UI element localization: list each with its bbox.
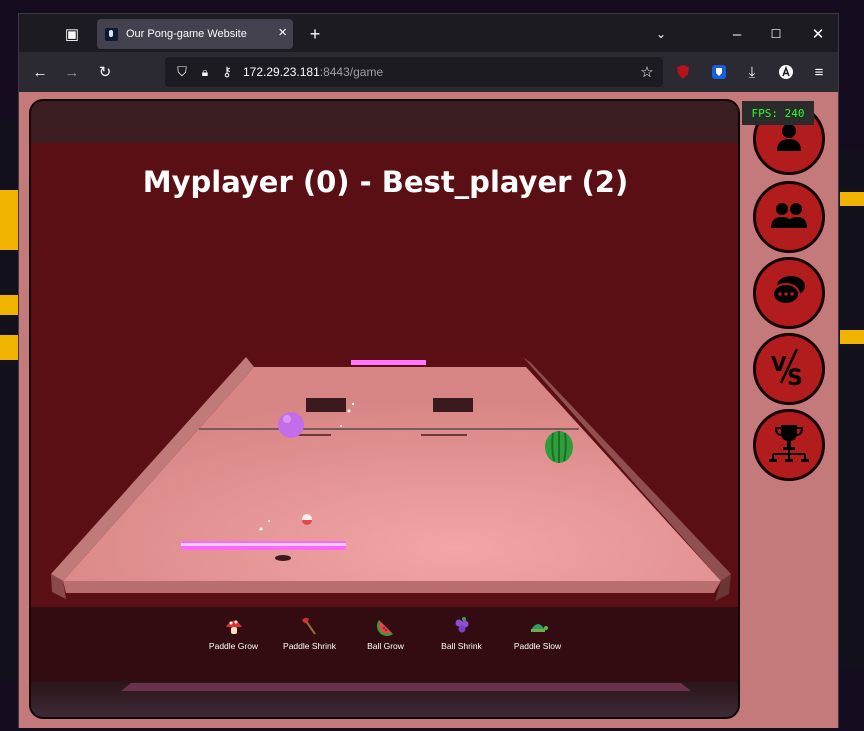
tournament-button[interactable] (753, 409, 825, 481)
obstacle-left (306, 398, 346, 412)
powerup-paddle-shrink: Paddle Shrink (279, 606, 341, 678)
grapes-icon (431, 614, 493, 638)
page-content: Myplayer (0) - Best_player (2) Paddle Gr… (19, 92, 838, 728)
back-icon[interactable]: ← (28, 60, 52, 84)
minimize-icon[interactable]: – (725, 22, 749, 46)
powerup-label: Paddle Slow (513, 641, 562, 651)
tab-bar: ▣ Our Pong-game Website × + ⌄ – ☐ ✕ (19, 14, 838, 52)
powerup-label: Paddle Grow (208, 641, 259, 651)
key-icon[interactable]: ⚷ (215, 60, 239, 84)
svg-text:V: V (771, 352, 787, 376)
browser-window: ▣ Our Pong-game Website × + ⌄ – ☐ ✕ ← → … (18, 13, 839, 728)
watermelon-icon (355, 614, 417, 638)
svg-text:S: S (787, 366, 803, 389)
tab-overview-icon[interactable]: ▣ (60, 22, 84, 46)
powerup-ball-shrink: Ball Shrink (431, 606, 493, 678)
opponent-paddle (351, 360, 426, 365)
forward-icon[interactable]: → (60, 60, 84, 84)
tab-active[interactable]: Our Pong-game Website × (97, 19, 293, 49)
score-display: Myplayer (0) - Best_player (2) (142, 165, 629, 199)
ball-shrink-powerup (278, 412, 304, 438)
obstacle-right (433, 398, 473, 412)
axe-icon (279, 614, 341, 638)
powerup-label: Ball Shrink (441, 641, 482, 651)
versus-icon: VS (767, 345, 811, 394)
nav-toolbar: ← → ↻ ⛉ 🔒︎ ⚷ 172.29.23.181:8443/game ☆ ⤓… (19, 52, 838, 92)
sidebar: FPS: 240 VS (742, 99, 830, 719)
window-close-icon[interactable]: ✕ (806, 22, 830, 46)
friends-button[interactable] (753, 181, 825, 253)
turtle-icon (507, 614, 569, 638)
tournament-icon (767, 421, 811, 470)
powerup-ball-grow: Ball Grow (355, 606, 417, 678)
powerup-label: Paddle Shrink (283, 641, 336, 651)
friends-icon (769, 198, 809, 237)
shield-icon[interactable]: ⛉ (170, 60, 194, 84)
account-icon[interactable] (774, 60, 798, 84)
star-icon[interactable]: ☆ (635, 60, 659, 84)
download-icon[interactable]: ⤓ (740, 60, 764, 84)
profile-icon (772, 120, 806, 159)
maximize-icon[interactable]: ☐ (764, 22, 788, 46)
site-favicon-icon (105, 27, 118, 41)
powerup-label: Ball Grow (367, 641, 404, 651)
plus-icon[interactable]: + (303, 22, 327, 46)
url-text[interactable]: 172.29.23.181:8443/game (243, 65, 383, 79)
fps-counter: FPS: 240 (742, 101, 814, 125)
bitwarden-icon[interactable] (707, 60, 731, 84)
url-bar[interactable]: ⛉ 🔒︎ ⚷ 172.29.23.181:8443/game ☆ (165, 57, 663, 87)
versus-button[interactable]: VS (753, 333, 825, 405)
powerup-paddle-grow: Paddle Grow (203, 606, 265, 678)
powerup-legend: Paddle Grow Paddle Shrink Ball Grow Ball… (31, 606, 738, 678)
tab-title: Our Pong-game Website (126, 28, 247, 40)
ublock-icon[interactable] (671, 60, 695, 84)
menu-icon[interactable]: ≡ (807, 60, 831, 84)
chat-icon (769, 273, 809, 314)
lock-icon[interactable]: 🔒︎ (193, 60, 217, 84)
game-canvas[interactable]: Myplayer (0) - Best_player (2) Paddle Gr… (29, 99, 740, 719)
close-icon[interactable]: × (278, 24, 287, 41)
chevron-down-icon[interactable]: ⌄ (649, 22, 673, 46)
mushroom-icon (203, 614, 265, 638)
powerup-paddle-slow: Paddle Slow (507, 606, 569, 678)
chat-button[interactable] (753, 257, 825, 329)
reload-icon[interactable]: ↻ (93, 60, 117, 84)
